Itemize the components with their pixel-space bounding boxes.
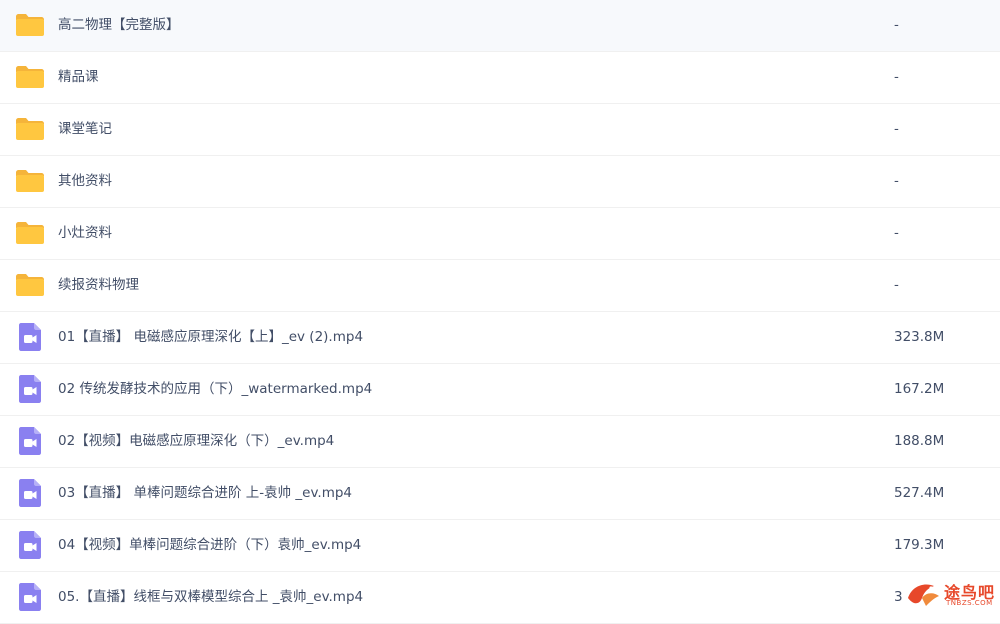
folder-row[interactable]: 其他资料 - [0, 156, 1000, 208]
folder-icon [15, 10, 45, 40]
file-size: - [894, 225, 899, 241]
watermark-subtext: TNBZS.COM [946, 599, 993, 607]
folder-row[interactable]: 高二物理【完整版】 - [0, 0, 1000, 52]
file-name-link[interactable]: 课堂笔记 [58, 104, 112, 154]
site-watermark: 途鸟吧 TNBZS.COM [904, 576, 996, 612]
video-file-icon [15, 426, 45, 456]
folder-icon [15, 114, 45, 144]
file-name-link[interactable]: 01【直播】 电磁感应原理深化【上】_ev (2).mp4 [58, 312, 363, 362]
file-list: 高二物理【完整版】 - 精品课 - 课堂笔记 - 其他资料 - 小灶资料 - 续报资料物理… [0, 0, 1000, 624]
video-file-icon [15, 322, 45, 352]
file-row[interactable]: 02【视频】电磁感应原理深化（下）_ev.mp4 188.8M [0, 416, 1000, 468]
file-size: 179.3M [894, 537, 945, 553]
file-name-link[interactable]: 02 传统发酵技术的应用（下）_watermarked.mp4 [58, 364, 372, 414]
folder-icon [15, 62, 45, 92]
folder-row[interactable]: 续报资料物理 - [0, 260, 1000, 312]
folder-row[interactable]: 小灶资料 - [0, 208, 1000, 260]
file-size: - [894, 69, 899, 85]
folder-icon [15, 166, 45, 196]
file-size: 188.8M [894, 433, 945, 449]
file-row[interactable]: 05.【直播】线框与双棒模型综合上 _袁帅_ev.mp4 3 [0, 572, 1000, 624]
file-size: - [894, 121, 899, 137]
file-name-link[interactable]: 高二物理【完整版】 [58, 0, 180, 50]
file-row[interactable]: 02 传统发酵技术的应用（下）_watermarked.mp4 167.2M [0, 364, 1000, 416]
file-name-link[interactable]: 03【直播】 单棒问题综合进阶 上-袁帅 _ev.mp4 [58, 468, 352, 518]
folder-row[interactable]: 课堂笔记 - [0, 104, 1000, 156]
file-size: 323.8M [894, 329, 945, 345]
video-file-icon [15, 478, 45, 508]
file-name-link[interactable]: 02【视频】电磁感应原理深化（下）_ev.mp4 [58, 416, 334, 466]
file-name-link[interactable]: 续报资料物理 [58, 260, 139, 310]
file-row[interactable]: 04【视频】单棒问题综合进阶（下）袁帅_ev.mp4 179.3M [0, 520, 1000, 572]
file-size: 527.4M [894, 485, 945, 501]
file-row[interactable]: 01【直播】 电磁感应原理深化【上】_ev (2).mp4 323.8M [0, 312, 1000, 364]
file-size: - [894, 173, 899, 189]
folder-icon [15, 218, 45, 248]
folder-row[interactable]: 精品课 - [0, 52, 1000, 104]
video-file-icon [15, 374, 45, 404]
video-file-icon [15, 530, 45, 560]
file-size: - [894, 277, 899, 293]
file-name-link[interactable]: 04【视频】单棒问题综合进阶（下）袁帅_ev.mp4 [58, 520, 361, 570]
file-size: - [894, 17, 899, 33]
file-row[interactable]: 03【直播】 单棒问题综合进阶 上-袁帅 _ev.mp4 527.4M [0, 468, 1000, 520]
video-file-icon [15, 582, 45, 612]
folder-icon [15, 270, 45, 300]
file-name-link[interactable]: 其他资料 [58, 156, 112, 206]
file-size: 167.2M [894, 381, 945, 397]
bird-logo-icon [908, 584, 939, 606]
file-name-link[interactable]: 精品课 [58, 52, 99, 102]
file-name-link[interactable]: 小灶资料 [58, 208, 112, 258]
